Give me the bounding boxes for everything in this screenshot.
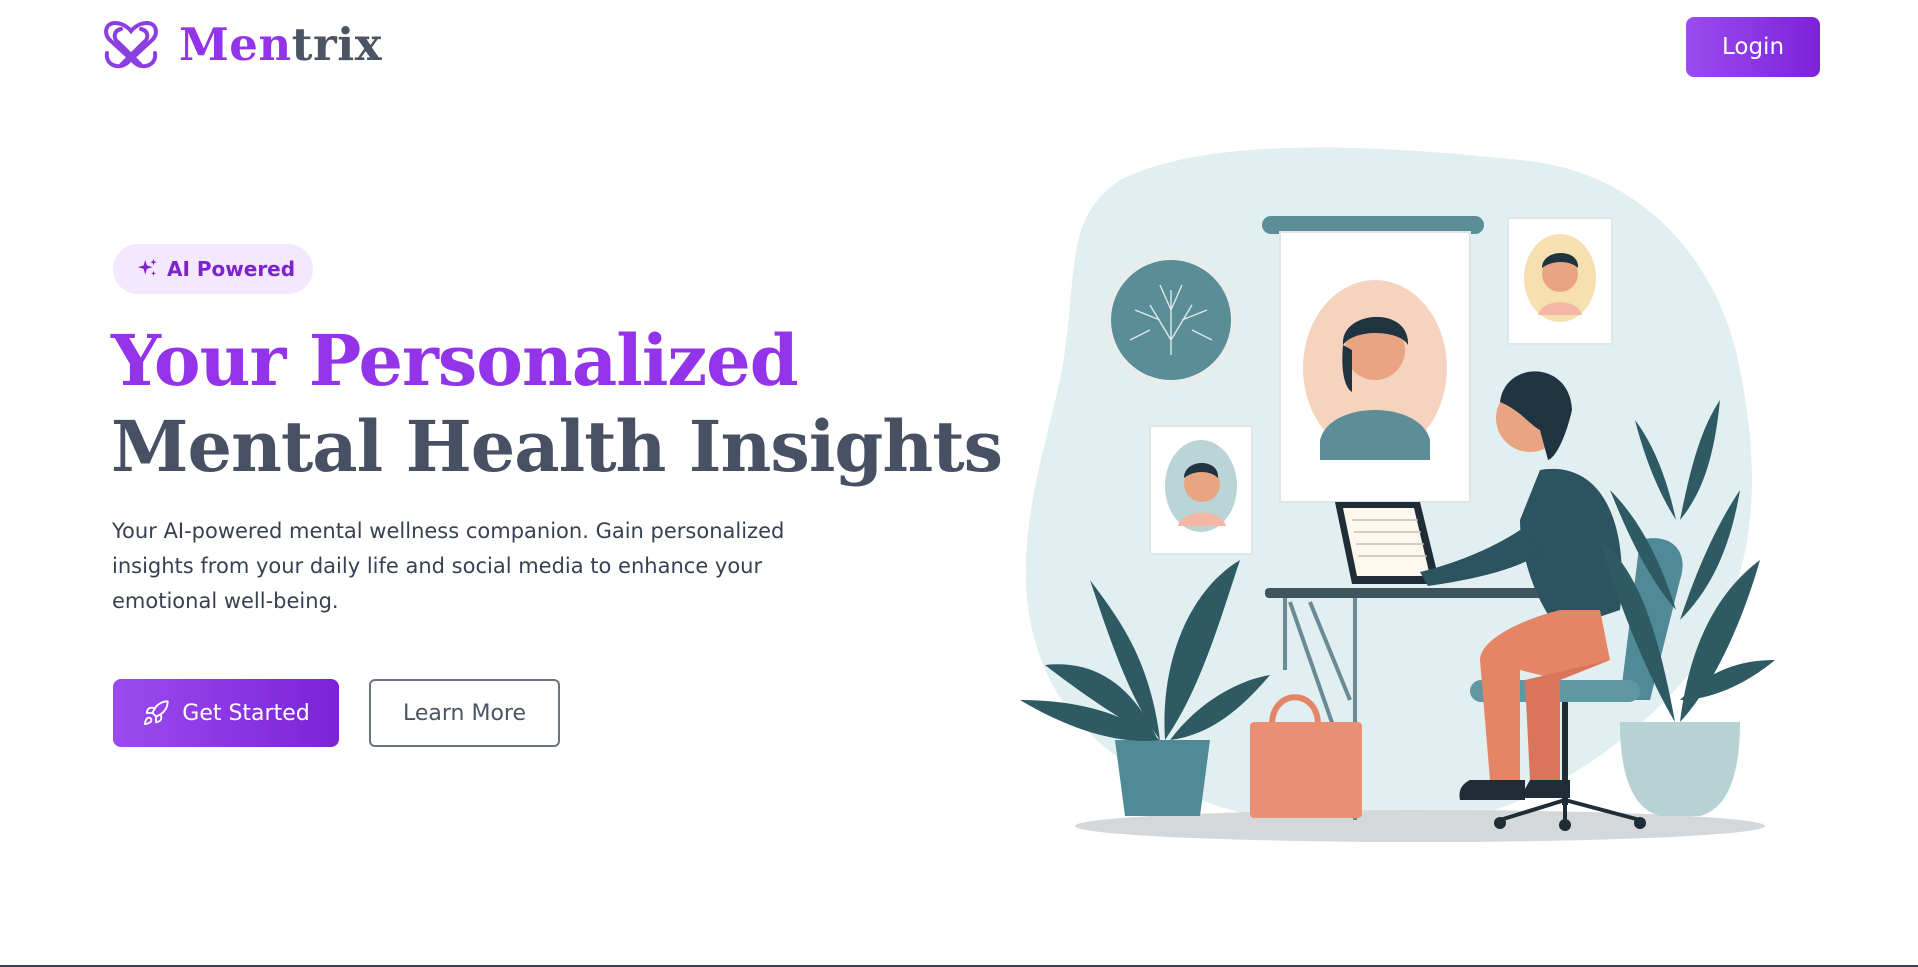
hero-title-line1: Your Personalized — [111, 319, 799, 402]
man-shoes — [1459, 780, 1525, 800]
site-header: Mentrix Login — [0, 0, 1918, 96]
hero-title: Your Personalized Mental Health Insights — [111, 318, 1003, 490]
brand-name: Mentrix — [179, 15, 382, 75]
ai-powered-badge: AI Powered — [113, 244, 313, 294]
badge-label: AI Powered — [167, 257, 296, 281]
rocket-icon — [144, 700, 169, 726]
brand-name-part1: Men — [179, 18, 292, 71]
get-started-label: Get Started — [182, 700, 310, 726]
left-plant-pot — [1115, 740, 1210, 816]
brand-logo[interactable]: Mentrix — [101, 15, 382, 75]
right-plant-pot — [1620, 722, 1740, 816]
sparkles-icon — [137, 258, 157, 276]
brand-name-part2: trix — [291, 18, 383, 71]
hero-description: Your AI-powered mental wellness companio… — [112, 519, 785, 613]
learn-more-button[interactable]: Learn More — [369, 679, 560, 747]
mentrix-knot-logo-icon — [104, 21, 158, 69]
hero-title-line2: Mental Health Insights — [111, 405, 1003, 488]
bag — [1250, 722, 1362, 818]
login-button[interactable]: Login — [1686, 17, 1820, 77]
get-started-button[interactable]: Get Started — [113, 679, 339, 747]
desk-top — [1265, 588, 1545, 598]
hero-illustration — [1020, 147, 1775, 842]
